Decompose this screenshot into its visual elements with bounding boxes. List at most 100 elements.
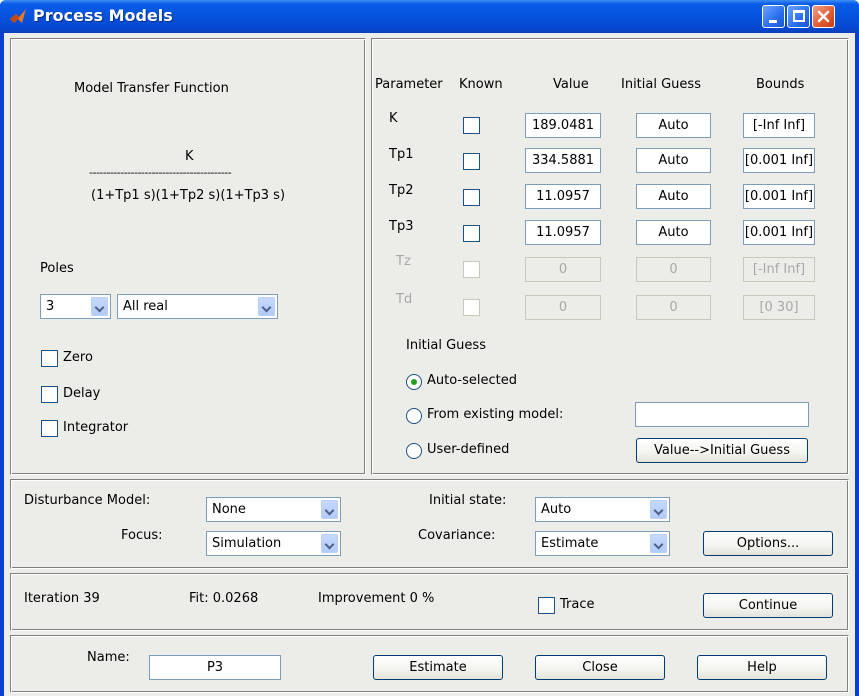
param-value-tp2-input[interactable]: 11.0957	[525, 184, 601, 209]
close-window-button[interactable]	[812, 5, 835, 28]
integrator-checkbox[interactable]	[41, 420, 58, 437]
param-known-tp2-checkbox[interactable]	[463, 189, 480, 206]
initial-guess-label: Initial Guess	[406, 338, 486, 353]
initial-state-value: Auto	[541, 502, 572, 517]
auto-selected-label: Auto-selected	[427, 373, 517, 388]
covariance-select[interactable]: Estimate	[535, 531, 670, 556]
chevron-down-icon[interactable]	[650, 534, 667, 553]
chevron-down-icon[interactable]	[321, 534, 338, 553]
window-title: Process Models	[33, 6, 173, 25]
param-bounds-td-input: [0 30]	[743, 295, 815, 320]
trace-checkbox[interactable]	[538, 597, 555, 614]
tf-divider: ----------------------------------------…	[89, 166, 232, 179]
poles-type-select[interactable]: All real	[117, 294, 278, 319]
existing-model-input[interactable]	[635, 402, 809, 427]
param-known-tz-checkbox	[463, 261, 480, 278]
parameters-panel: Parameter Known Value Initial Guess Boun…	[371, 38, 849, 475]
iteration-text: Iteration 39	[24, 591, 100, 606]
initial-state-label: Initial state:	[429, 493, 507, 508]
improvement-text: Improvement 0 %	[318, 591, 435, 606]
dialog-body: Model Transfer Function K --------------…	[4, 33, 855, 696]
from-existing-model-label: From existing model:	[427, 407, 564, 422]
param-guess-tz-input: 0	[636, 257, 711, 282]
param-bounds-k-input[interactable]: [-Inf Inf]	[743, 113, 815, 138]
zero-checkbox[interactable]	[41, 350, 58, 367]
focus-value: Simulation	[212, 536, 282, 551]
param-value-tp1-input[interactable]: 334.5881	[525, 148, 601, 173]
param-guess-tp3-input[interactable]: Auto	[636, 220, 711, 245]
options-button[interactable]: Options...	[703, 531, 833, 556]
name-label: Name:	[87, 650, 130, 665]
estimation-status-panel: Iteration 39 Fit: 0.0268 Improvement 0 %…	[10, 573, 849, 631]
transfer-function-heading: Model Transfer Function	[74, 81, 229, 96]
param-name-k: K	[389, 111, 398, 126]
zero-label: Zero	[63, 350, 93, 365]
param-bounds-tp1-input[interactable]: [0.001 Inf]	[743, 148, 815, 173]
estimate-button[interactable]: Estimate	[373, 655, 503, 680]
param-known-tp1-checkbox[interactable]	[463, 153, 480, 170]
param-name-tp3: Tp3	[389, 219, 414, 234]
param-guess-k-input[interactable]: Auto	[636, 113, 711, 138]
poles-label: Poles	[40, 261, 74, 276]
poles-type-value: All real	[123, 299, 168, 314]
initial-state-select[interactable]: Auto	[535, 497, 670, 522]
param-bounds-tp3-input[interactable]: [0.001 Inf]	[743, 220, 815, 245]
param-value-tz-input: 0	[525, 257, 601, 282]
radio-selected-dot	[411, 379, 417, 385]
maximize-icon	[793, 10, 805, 22]
param-value-tp3-input[interactable]: 11.0957	[525, 220, 601, 245]
param-bounds-tz-input: [-Inf Inf]	[743, 257, 815, 282]
chevron-down-icon[interactable]	[91, 297, 108, 316]
param-guess-td-input: 0	[636, 295, 711, 320]
model-name-input[interactable]: P3	[149, 655, 281, 680]
param-name-tp1: Tp1	[389, 147, 414, 162]
disturbance-model-label: Disturbance Model:	[24, 493, 151, 508]
param-known-tp3-checkbox[interactable]	[463, 225, 480, 242]
focus-select[interactable]: Simulation	[206, 531, 341, 556]
param-known-k-checkbox[interactable]	[463, 117, 480, 134]
param-name-td: Td	[396, 292, 413, 307]
chevron-down-icon[interactable]	[650, 500, 667, 519]
param-bounds-tp2-input[interactable]: [0.001 Inf]	[743, 184, 815, 209]
header-parameter: Parameter	[375, 77, 443, 92]
trace-label: Trace	[560, 597, 595, 612]
header-bounds: Bounds	[756, 77, 805, 92]
param-guess-tp1-input[interactable]: Auto	[636, 148, 711, 173]
param-value-td-input: 0	[525, 295, 601, 320]
fit-text: Fit: 0.0268	[189, 591, 259, 606]
continue-button[interactable]: Continue	[703, 593, 833, 618]
poles-count-value: 3	[46, 299, 55, 314]
help-button[interactable]: Help	[697, 655, 827, 680]
close-icon	[817, 10, 830, 23]
param-known-td-checkbox	[463, 299, 480, 316]
footer-panel: Name: P3 Estimate Close Help	[10, 635, 849, 693]
disturbance-model-select[interactable]: None	[206, 497, 341, 522]
delay-checkbox[interactable]	[41, 386, 58, 403]
user-defined-radio[interactable]	[406, 443, 422, 459]
covariance-value: Estimate	[541, 536, 599, 551]
param-value-k-input[interactable]: 189.0481	[525, 113, 601, 138]
process-models-window: Process Models Model Transfer Function K…	[0, 0, 859, 696]
poles-count-select[interactable]: 3	[40, 294, 111, 319]
title-bar[interactable]: Process Models	[0, 0, 859, 33]
disturbance-model-value: None	[212, 502, 246, 517]
header-initial-guess: Initial Guess	[621, 77, 701, 92]
param-name-tz: Tz	[396, 254, 411, 269]
user-defined-label: User-defined	[427, 442, 510, 457]
from-existing-model-radio[interactable]	[406, 408, 422, 424]
focus-label: Focus:	[121, 528, 163, 543]
value-to-initial-guess-button[interactable]: Value-->Initial Guess	[636, 438, 808, 463]
minimize-icon	[769, 20, 777, 23]
header-known: Known	[459, 77, 503, 92]
chevron-down-icon[interactable]	[258, 297, 275, 316]
maximize-button[interactable]	[787, 5, 810, 28]
auto-selected-radio[interactable]	[406, 374, 422, 390]
model-structure-panel: Model Transfer Function K --------------…	[10, 38, 366, 475]
minimize-button[interactable]	[762, 5, 785, 28]
chevron-down-icon[interactable]	[321, 500, 338, 519]
covariance-label: Covariance:	[418, 528, 496, 543]
integrator-label: Integrator	[63, 420, 129, 435]
tf-denominator: (1+Tp1 s)(1+Tp2 s)(1+Tp3 s)	[91, 188, 286, 203]
param-guess-tp2-input[interactable]: Auto	[636, 184, 711, 209]
close-button[interactable]: Close	[535, 655, 665, 680]
